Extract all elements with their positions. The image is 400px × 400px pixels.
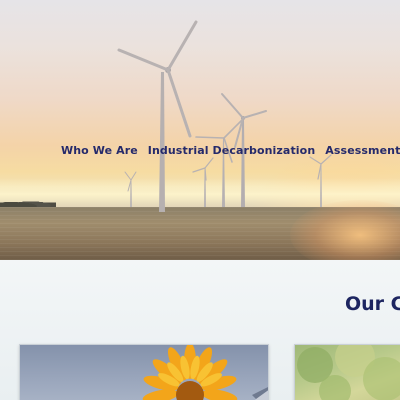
wind-turbine-small <box>309 154 332 207</box>
nav-item-industrial-decarbonization[interactable]: Industrial Decarbonization <box>148 144 316 157</box>
hero-banner <box>0 0 400 260</box>
section-title: Our C <box>345 293 400 315</box>
main-nav: Who We Are Industrial Decarbonization As… <box>0 141 400 159</box>
card-foliage[interactable] <box>294 344 400 400</box>
wind-turbine-small <box>192 157 214 207</box>
foliage-image <box>297 345 400 400</box>
wind-turbine-small <box>124 171 137 207</box>
wind-turbine-small <box>195 119 243 207</box>
sunflower-image <box>142 345 268 400</box>
wind-turbines <box>117 20 332 212</box>
nav-item-who-we-are[interactable]: Who We Are <box>61 144 138 157</box>
nav-item-assessment-evaluation[interactable]: Assessment & Evalu <box>325 144 400 157</box>
card-sunflower[interactable] <box>19 344 269 400</box>
